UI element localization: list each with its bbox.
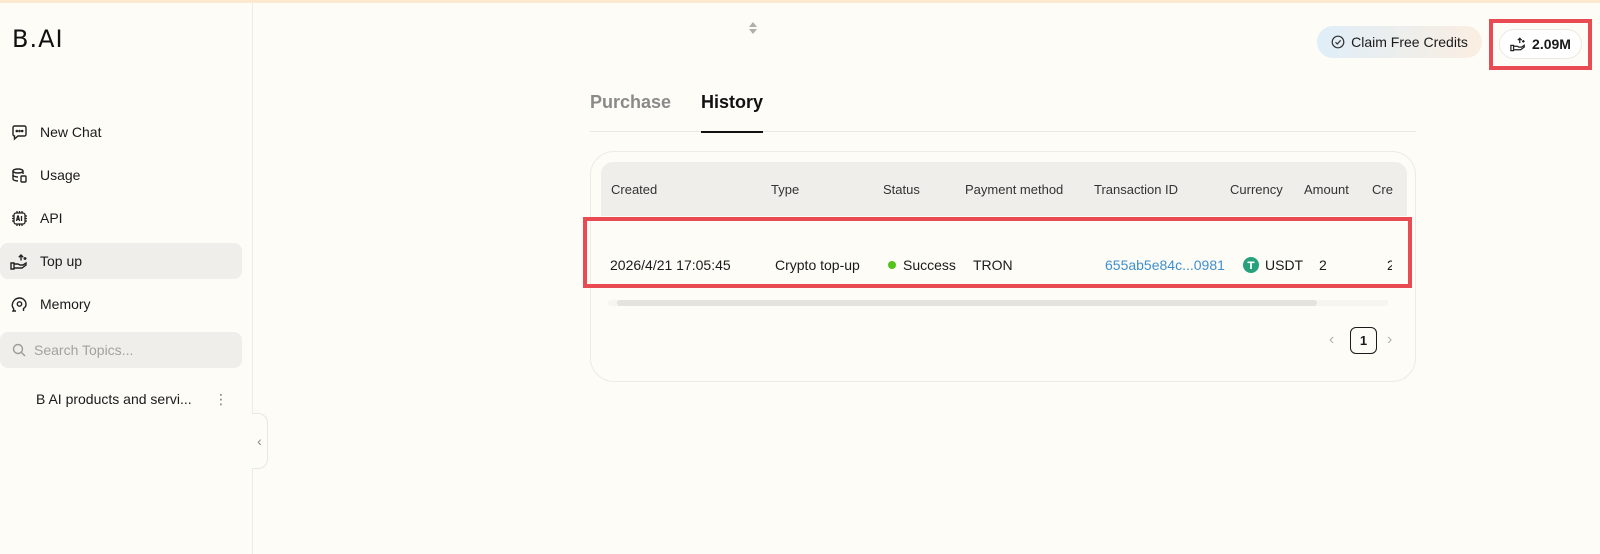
- table-row-highlight-box: [583, 217, 1412, 288]
- search-icon: [12, 343, 26, 357]
- column-header-payment-method: Payment method: [965, 181, 1064, 197]
- cell-created: 2026/4/21 17:05:45: [610, 257, 731, 273]
- sidebar: B.AI New Chat Usage API Top up Memory Se…: [0, 3, 253, 554]
- sidebar-item-label: Top up: [40, 253, 83, 269]
- currency-label: USDT: [1265, 257, 1304, 273]
- check-circle-icon: [1331, 35, 1345, 49]
- topic-item[interactable]: B AI products and servi... ⋮: [0, 381, 242, 417]
- sidebar-item-usage[interactable]: Usage: [0, 157, 242, 193]
- search-topics[interactable]: [0, 332, 242, 368]
- memory-icon: [10, 295, 28, 313]
- top-up-icon: [1510, 37, 1525, 52]
- column-header-credits: Cre: [1372, 181, 1393, 197]
- sidebar-item-api[interactable]: API: [0, 200, 242, 236]
- api-chip-icon: [10, 209, 28, 227]
- credits-balance-button[interactable]: 2.09M: [1499, 29, 1582, 59]
- credits-highlight-box: 2.09M: [1489, 19, 1592, 70]
- chevron-left-icon: ‹: [257, 433, 262, 449]
- column-header-currency: Currency: [1230, 181, 1283, 197]
- cell-transaction-id-link[interactable]: 655ab5e84c...0981: [1105, 255, 1225, 275]
- sort-icon[interactable]: [748, 20, 758, 36]
- sidebar-item-new-chat[interactable]: New Chat: [0, 114, 242, 150]
- cell-status: Success: [888, 255, 956, 275]
- horizontal-scrollbar-thumb[interactable]: [617, 300, 1317, 306]
- tab-bar: Purchase History: [590, 92, 1416, 133]
- sidebar-item-label: Memory: [40, 296, 91, 312]
- column-header-type: Type: [771, 181, 800, 197]
- cell-currency: USDT: [1243, 255, 1303, 275]
- credits-value: 2.09M: [1532, 36, 1571, 52]
- usage-icon: [10, 166, 28, 184]
- pagination-prev-icon[interactable]: ‹: [1329, 331, 1334, 349]
- app-logo[interactable]: B.AI: [12, 25, 64, 53]
- table-header: Created Type Status Payment method Trans…: [601, 162, 1407, 216]
- column-header-amount: Amount: [1304, 181, 1349, 197]
- status-dot: [888, 261, 896, 269]
- more-options-icon[interactable]: ⋮: [214, 392, 228, 406]
- tab-purchase[interactable]: Purchase: [590, 92, 671, 132]
- pagination-next-icon[interactable]: ›: [1387, 331, 1392, 349]
- cell-amount: 2: [1319, 257, 1327, 273]
- status-label: Success: [903, 257, 956, 273]
- sidebar-item-top-up[interactable]: Top up: [0, 243, 242, 279]
- sidebar-item-label: New Chat: [40, 124, 102, 140]
- chat-icon: [10, 123, 28, 141]
- column-header-status: Status: [883, 181, 920, 197]
- sidebar-item-memory[interactable]: Memory: [0, 286, 242, 322]
- tab-history[interactable]: History: [701, 92, 764, 133]
- pagination-page-current[interactable]: 1: [1350, 327, 1377, 354]
- column-header-created[interactable]: Created: [611, 162, 657, 216]
- search-input[interactable]: [34, 342, 224, 358]
- top-up-icon: [10, 252, 28, 270]
- usdt-icon: [1243, 257, 1259, 273]
- cell-type: Crypto top-up: [775, 257, 860, 273]
- sidebar-item-label: API: [40, 210, 63, 226]
- claim-free-credits-button[interactable]: Claim Free Credits: [1317, 26, 1482, 58]
- sidebar-item-label: Usage: [40, 167, 81, 183]
- column-header-transaction-id: Transaction ID: [1094, 181, 1179, 197]
- collapse-sidebar-button[interactable]: ‹: [252, 413, 268, 469]
- cell-credits: 2: [1387, 257, 1392, 273]
- claim-label: Claim Free Credits: [1351, 34, 1468, 50]
- topic-label: B AI products and servi...: [36, 391, 192, 407]
- cell-payment-method: TRON: [973, 257, 1013, 273]
